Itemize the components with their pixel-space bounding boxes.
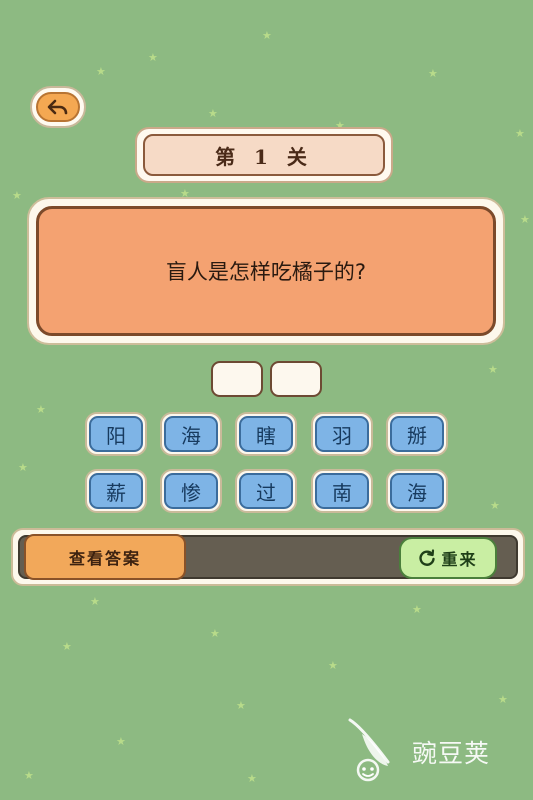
restart-button[interactable]: 重来 bbox=[399, 537, 497, 579]
letter-tile[interactable]: 阳 bbox=[85, 412, 147, 456]
back-button-face bbox=[36, 92, 80, 122]
letter-tile-label: 瞎 bbox=[239, 416, 293, 452]
star-decoration: ★ bbox=[412, 603, 422, 616]
letter-tile-label: 薪 bbox=[89, 473, 143, 509]
letter-tile[interactable]: 薪 bbox=[85, 469, 147, 513]
star-decoration: ★ bbox=[490, 499, 500, 512]
letter-tile[interactable]: 羽 bbox=[311, 412, 373, 456]
star-decoration: ★ bbox=[498, 693, 508, 706]
letter-tile-label: 惨 bbox=[164, 473, 218, 509]
restart-label: 重来 bbox=[441, 550, 478, 569]
letter-tile-label: 南 bbox=[315, 473, 369, 509]
letter-tile[interactable]: 瞎 bbox=[235, 412, 297, 456]
star-decoration: ★ bbox=[90, 595, 100, 608]
star-decoration: ★ bbox=[116, 735, 126, 748]
question-text: 盲人是怎样吃橘子的? bbox=[36, 206, 496, 336]
star-decoration: ★ bbox=[210, 627, 220, 640]
star-decoration: ★ bbox=[36, 403, 46, 416]
letter-tile-label: 海 bbox=[164, 416, 218, 452]
letter-tile-label: 过 bbox=[239, 473, 293, 509]
star-decoration: ★ bbox=[148, 51, 158, 64]
star-decoration: ★ bbox=[62, 640, 72, 653]
star-decoration: ★ bbox=[12, 189, 22, 202]
show-answer-button[interactable]: 查看答案 bbox=[24, 534, 186, 580]
star-decoration: ★ bbox=[262, 29, 272, 42]
back-button[interactable] bbox=[30, 86, 86, 128]
letter-tile[interactable]: 南 bbox=[311, 469, 373, 513]
star-decoration: ★ bbox=[428, 67, 438, 80]
letter-tile[interactable]: 过 bbox=[235, 469, 297, 513]
letter-tile-label: 掰 bbox=[390, 416, 444, 452]
letter-tile-label: 阳 bbox=[89, 416, 143, 452]
star-decoration: ★ bbox=[515, 127, 525, 140]
letter-tile[interactable]: 惨 bbox=[160, 469, 222, 513]
letter-tile-label: 海 bbox=[390, 473, 444, 509]
letter-tile[interactable]: 海 bbox=[160, 412, 222, 456]
star-decoration: ★ bbox=[208, 107, 218, 120]
back-arrow-icon bbox=[47, 98, 69, 116]
star-decoration: ★ bbox=[247, 772, 257, 785]
letter-tile-label: 羽 bbox=[315, 416, 369, 452]
answer-slot[interactable] bbox=[270, 361, 322, 397]
watermark: 豌豆荚 bbox=[342, 716, 512, 786]
question-card: 盲人是怎样吃橘子的? bbox=[27, 197, 505, 345]
star-decoration: ★ bbox=[520, 213, 530, 226]
level-banner: 第 1 关 bbox=[135, 127, 393, 183]
show-answer-label: 查看答案 bbox=[68, 549, 141, 568]
letter-tile[interactable]: 掰 bbox=[386, 412, 448, 456]
pea-pod-icon bbox=[342, 716, 410, 790]
star-decoration: ★ bbox=[488, 363, 498, 376]
star-decoration: ★ bbox=[24, 769, 34, 782]
answer-slot[interactable] bbox=[211, 361, 263, 397]
star-decoration: ★ bbox=[328, 659, 338, 672]
star-decoration: ★ bbox=[18, 461, 28, 474]
refresh-icon bbox=[418, 549, 436, 567]
star-decoration: ★ bbox=[236, 699, 246, 712]
level-title: 第 1 关 bbox=[143, 134, 385, 176]
watermark-text: 豌豆荚 bbox=[412, 739, 491, 768]
star-decoration: ★ bbox=[96, 65, 106, 78]
letter-tile[interactable]: 海 bbox=[386, 469, 448, 513]
